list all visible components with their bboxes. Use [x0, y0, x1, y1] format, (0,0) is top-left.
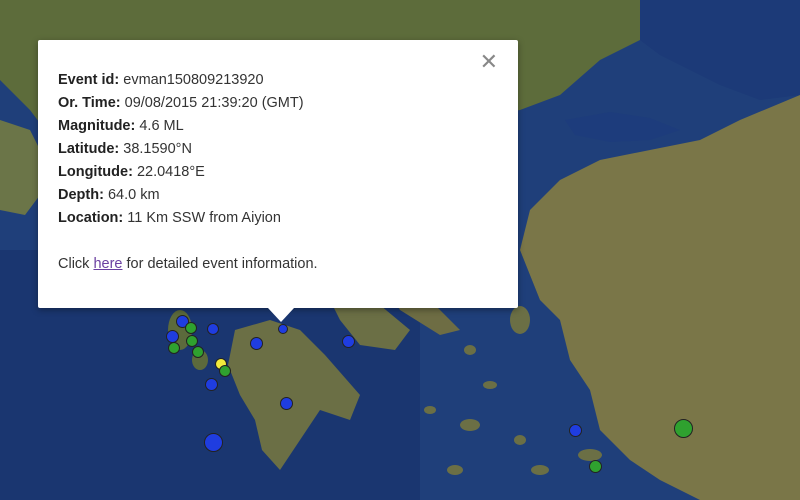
row-value: 09/08/2015 21:39:20 (GMT)	[124, 95, 304, 111]
earthquake-marker-green-large[interactable]	[674, 419, 693, 438]
row-value: evman150809213920	[123, 72, 264, 88]
longitude-row: Longitude: 22.0418°E	[58, 161, 318, 184]
row-value: 4.6 ML	[139, 118, 184, 134]
earthquake-marker-green[interactable]	[219, 365, 231, 377]
earthquake-marker-green[interactable]	[185, 322, 197, 334]
event-info-popup: ✕ Event id: evman150809213920 Or. Time: …	[38, 40, 518, 308]
row-label: Or. Time:	[58, 95, 121, 111]
location-row: Location: 11 Km SSW from Aiyion	[58, 207, 318, 230]
popup-pointer	[268, 308, 294, 322]
footer-suffix: for detailed event information.	[126, 256, 318, 272]
row-label: Longitude:	[58, 164, 133, 180]
earthquake-marker-blue[interactable]	[280, 397, 293, 410]
earthquake-marker-blue[interactable]	[569, 424, 582, 437]
depth-row: Depth: 64.0 km	[58, 184, 318, 207]
row-value: 38.1590°N	[123, 141, 192, 157]
row-label: Magnitude:	[58, 118, 136, 134]
origin-time-row: Or. Time: 09/08/2015 21:39:20 (GMT)	[58, 92, 318, 115]
details-footer: Click here for detailed event informatio…	[58, 253, 318, 276]
earthquake-marker-green[interactable]	[192, 346, 204, 358]
row-label: Location:	[58, 210, 124, 226]
row-label: Latitude:	[58, 141, 120, 157]
footer-prefix: Click	[58, 256, 90, 272]
earthquake-marker-blue[interactable]	[205, 378, 218, 391]
row-label: Event id:	[58, 72, 120, 88]
details-link[interactable]: here	[93, 256, 122, 272]
earthquake-marker-blue[interactable]	[342, 335, 355, 348]
row-value: 11 Km SSW from Aiyion	[127, 210, 281, 226]
row-value: 64.0 km	[107, 187, 160, 203]
earthquake-marker-blue-large[interactable]	[204, 433, 223, 452]
earthquake-marker-green[interactable]	[168, 342, 180, 354]
row-label: Depth:	[58, 187, 104, 203]
event-id-row: Event id: evman150809213920	[58, 69, 318, 92]
latitude-row: Latitude: 38.1590°N	[58, 138, 318, 161]
earthquake-marker-blue[interactable]	[207, 323, 219, 335]
close-icon[interactable]: ✕	[480, 52, 498, 74]
earthquake-marker-green[interactable]	[589, 460, 602, 473]
earthquake-marker-blue[interactable]	[278, 324, 288, 334]
row-value: 22.0418°E	[136, 164, 205, 180]
earthquake-marker-blue[interactable]	[250, 337, 263, 350]
magnitude-row: Magnitude: 4.6 ML	[58, 115, 318, 138]
event-details: Event id: evman150809213920 Or. Time: 09…	[58, 69, 318, 276]
